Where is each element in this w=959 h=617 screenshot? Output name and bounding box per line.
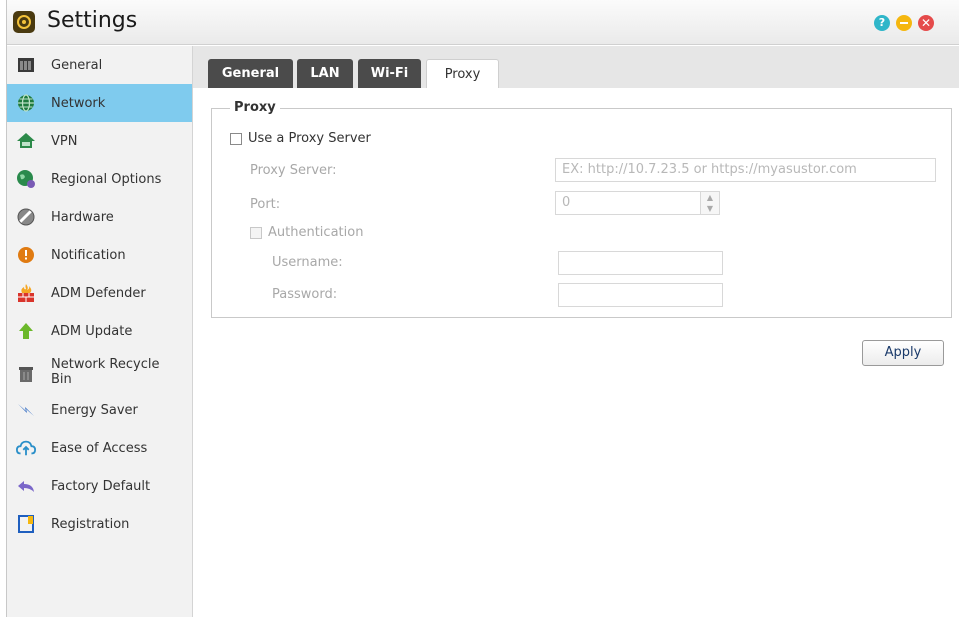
server-icon bbox=[16, 55, 36, 75]
sidebar-item-registration[interactable]: Registration bbox=[7, 505, 192, 543]
port-stepper[interactable]: ▲ ▼ bbox=[700, 192, 719, 214]
sidebar-item-vpn[interactable]: VPN bbox=[7, 122, 192, 160]
sidebar-item-label: Network Recycle Bin bbox=[51, 357, 160, 387]
close-button[interactable]: ✕ bbox=[918, 15, 934, 31]
use-proxy-checkbox[interactable] bbox=[230, 133, 242, 145]
sidebar-item-label: Notification bbox=[51, 247, 126, 263]
port-label: Port: bbox=[250, 197, 281, 212]
title-bar: Settings ? ✕ bbox=[7, 0, 959, 45]
settings-window: Settings ? ✕ General Network VPN Regiona… bbox=[6, 0, 959, 617]
cloud-upload-icon bbox=[16, 438, 36, 458]
proxy-fieldset: Proxy Use a Proxy Server Proxy Server: E… bbox=[211, 100, 952, 318]
regional-globe-icon bbox=[16, 169, 36, 189]
sidebar-item-label: Network bbox=[51, 95, 106, 111]
up-arrow-icon bbox=[16, 321, 36, 341]
password-input[interactable] bbox=[558, 283, 723, 307]
alert-icon bbox=[16, 245, 36, 265]
help-button[interactable]: ? bbox=[874, 15, 890, 31]
minimize-button[interactable] bbox=[896, 15, 912, 31]
username-input[interactable] bbox=[558, 251, 723, 275]
main-content: General LAN Wi-Fi Proxy Proxy Use a Prox… bbox=[193, 46, 959, 617]
sidebar: General Network VPN Regional Options Har… bbox=[7, 46, 193, 617]
tab-proxy[interactable]: Proxy bbox=[426, 59, 499, 88]
username-label: Username: bbox=[272, 255, 343, 270]
trash-icon bbox=[16, 364, 36, 384]
tab-wifi[interactable]: Wi-Fi bbox=[358, 59, 421, 88]
tab-general[interactable]: General bbox=[208, 59, 293, 88]
sidebar-item-adm-defender[interactable]: ADM Defender bbox=[7, 274, 192, 312]
sidebar-item-label: Registration bbox=[51, 516, 130, 532]
sidebar-item-label: ADM Defender bbox=[51, 285, 146, 301]
hardware-icon bbox=[16, 207, 36, 227]
use-proxy-label: Use a Proxy Server bbox=[248, 131, 371, 146]
sidebar-item-network-recycle-bin[interactable]: Network Recycle Bin bbox=[7, 350, 192, 394]
proxy-legend: Proxy bbox=[230, 100, 280, 115]
window-title: Settings bbox=[47, 8, 138, 33]
sidebar-item-label: VPN bbox=[51, 133, 78, 149]
chevron-up-icon[interactable]: ▲ bbox=[701, 192, 719, 203]
sidebar-item-factory-default[interactable]: Factory Default bbox=[7, 467, 192, 505]
sidebar-item-energy-saver[interactable]: Energy Saver bbox=[7, 391, 192, 429]
sidebar-item-network[interactable]: Network bbox=[7, 84, 192, 122]
sidebar-item-notification[interactable]: Notification bbox=[7, 236, 192, 274]
proxy-server-input[interactable]: EX: http://10.7.23.5 or https://myasusto… bbox=[555, 158, 936, 182]
sidebar-item-label: ADM Update bbox=[51, 323, 133, 339]
undo-arrow-icon bbox=[16, 476, 36, 496]
lightning-icon bbox=[16, 400, 36, 420]
vpn-house-icon bbox=[16, 131, 36, 151]
settings-app-icon bbox=[13, 11, 35, 33]
proxy-server-label: Proxy Server: bbox=[250, 163, 337, 178]
globe-icon bbox=[16, 93, 36, 113]
sidebar-item-adm-update[interactable]: ADM Update bbox=[7, 312, 192, 350]
port-input[interactable]: 0 ▲ ▼ bbox=[555, 191, 720, 215]
firewall-icon bbox=[16, 283, 36, 303]
chevron-down-icon[interactable]: ▼ bbox=[701, 203, 719, 214]
sidebar-item-label: Regional Options bbox=[51, 171, 162, 187]
tab-bar: General LAN Wi-Fi Proxy bbox=[193, 46, 959, 88]
sidebar-item-hardware[interactable]: Hardware bbox=[7, 198, 192, 236]
apply-button[interactable]: Apply bbox=[862, 340, 944, 366]
tab-lan[interactable]: LAN bbox=[297, 59, 353, 88]
password-label: Password: bbox=[272, 287, 338, 302]
sidebar-item-label: Energy Saver bbox=[51, 402, 138, 418]
sidebar-item-general[interactable]: General bbox=[7, 46, 192, 84]
sidebar-item-label: Factory Default bbox=[51, 478, 151, 494]
authentication-label: Authentication bbox=[268, 225, 364, 240]
sidebar-item-label: General bbox=[51, 57, 103, 73]
sidebar-item-regional-options[interactable]: Regional Options bbox=[7, 160, 192, 198]
port-value: 0 bbox=[562, 195, 571, 210]
registration-icon bbox=[16, 514, 36, 534]
sidebar-item-label: Ease of Access bbox=[51, 440, 148, 456]
authentication-checkbox[interactable] bbox=[250, 227, 262, 239]
sidebar-item-ease-of-access[interactable]: Ease of Access bbox=[7, 429, 192, 467]
sidebar-item-label: Hardware bbox=[51, 209, 114, 225]
